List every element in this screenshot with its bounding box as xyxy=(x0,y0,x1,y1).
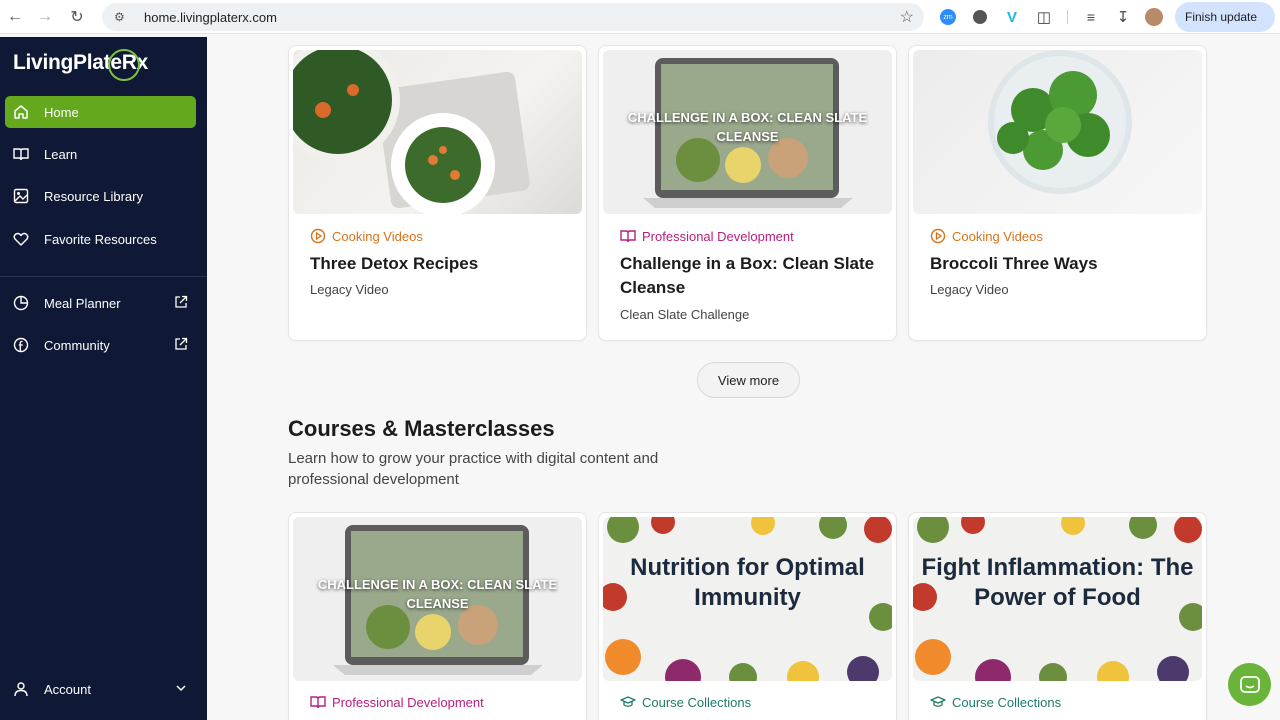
back-icon[interactable]: ← xyxy=(1,3,29,31)
finish-update-button[interactable]: Finish update xyxy=(1175,2,1275,32)
puzzle-icon[interactable]: ◫ xyxy=(1033,6,1055,28)
user-icon xyxy=(13,681,29,697)
card-category: Cooking Videos xyxy=(930,228,1043,244)
resource-card[interactable]: Cooking Videos Three Detox Recipes Legac… xyxy=(288,45,587,341)
sidebar: LivingPlateRx Home Learn Resource Librar… xyxy=(0,37,207,720)
card-thumbnail: CHALLENGE IN A BOX: CLEAN SLATE CLEANSE xyxy=(603,50,892,214)
section-title: Courses & Masterclasses xyxy=(288,416,555,441)
play-circle-icon xyxy=(930,228,946,244)
thumbnail-caption: Fight Inflammation: The Power of Food xyxy=(921,554,1194,611)
play-circle-icon xyxy=(310,228,326,244)
course-card[interactable]: CHALLENGE IN A BOX: CLEAN SLATE CLEANSE … xyxy=(288,512,587,720)
sidebar-item-home[interactable]: Home xyxy=(5,96,196,128)
card-category: Professional Development xyxy=(310,694,484,710)
card-subtitle: Legacy Video xyxy=(310,282,389,297)
card-category-label: Cooking Videos xyxy=(952,228,1043,244)
logo-ring xyxy=(108,49,140,81)
card-category-label: Course Collections xyxy=(642,694,752,710)
sidebar-item-label: Meal Planner xyxy=(44,295,121,311)
card-category: Course Collections xyxy=(930,694,1061,710)
graduation-cap-icon xyxy=(930,696,946,707)
card-category: Professional Development xyxy=(620,228,794,244)
sidebar-item-account[interactable]: Account xyxy=(5,673,196,705)
sidebar-divider xyxy=(0,276,207,277)
card-title: Broccoli Three Ways xyxy=(930,254,1098,273)
sidebar-item-label: Community xyxy=(44,337,110,353)
chat-icon xyxy=(1239,675,1260,693)
site-settings-icon[interactable]: ⚙ xyxy=(114,10,132,24)
course-card[interactable]: Nutrition for Optimal Immunity Course Co… xyxy=(598,512,897,720)
sidebar-item-label: Resource Library xyxy=(44,188,143,204)
sidebar-item-label: Home xyxy=(44,104,79,120)
card-category-label: Course Collections xyxy=(952,694,1062,710)
address-bar[interactable]: ⚙ home.livingplaterx.com ☆ xyxy=(102,3,924,31)
card-subtitle: Legacy Video xyxy=(930,282,1009,297)
sidebar-item-label: Account xyxy=(44,681,91,697)
card-subtitle: Clean Slate Challenge xyxy=(620,307,750,322)
sidebar-item-label: Favorite Resources xyxy=(44,231,157,247)
card-thumbnail xyxy=(913,50,1202,214)
card-category-label: Professional Development xyxy=(642,228,794,244)
url-text: home.livingplaterx.com xyxy=(144,9,277,25)
sidebar-item-meal-planner[interactable]: Meal Planner xyxy=(5,287,196,319)
facebook-icon xyxy=(13,337,29,353)
forward-icon[interactable]: → xyxy=(31,3,59,31)
thumbnail-caption: Nutrition for Optimal Immunity xyxy=(630,554,865,611)
book-icon xyxy=(13,146,29,162)
extension-circle-icon[interactable] xyxy=(969,6,991,28)
card-category-label: Professional Development xyxy=(332,694,484,710)
media-list-icon[interactable]: ≡ xyxy=(1080,6,1102,28)
card-thumbnail: Nutrition for Optimal Immunity xyxy=(603,517,892,681)
download-icon[interactable]: ↧ xyxy=(1112,6,1134,28)
sidebar-item-learn[interactable]: Learn xyxy=(5,138,196,170)
card-category: Course Collections xyxy=(620,694,751,710)
image-icon xyxy=(13,188,29,204)
reload-icon[interactable]: ↻ xyxy=(63,3,91,31)
zm-badge: zm xyxy=(940,9,956,25)
avatar[interactable] xyxy=(1143,6,1165,28)
sidebar-item-resource-library[interactable]: Resource Library xyxy=(5,180,196,212)
card-category: Cooking Videos xyxy=(310,228,423,244)
vimeo-extension-icon[interactable]: V xyxy=(1001,6,1023,28)
heart-icon xyxy=(13,231,29,247)
card-title: Three Detox Recipes xyxy=(310,254,479,273)
chat-button[interactable] xyxy=(1228,663,1271,706)
graduation-cap-icon xyxy=(620,696,636,707)
home-icon xyxy=(13,104,29,120)
view-more-button[interactable]: View more xyxy=(697,362,800,398)
card-thumbnail: Fight Inflammation: The Power of Food xyxy=(913,517,1202,681)
sidebar-item-community[interactable]: Community xyxy=(5,329,196,361)
main-content: Cooking Videos Three Detox Recipes Legac… xyxy=(207,35,1280,720)
resource-card[interactable]: Cooking Videos Broccoli Three Ways Legac… xyxy=(908,45,1207,341)
pie-chart-icon xyxy=(13,295,29,311)
card-thumbnail xyxy=(293,50,582,214)
chevron-down-icon xyxy=(174,681,188,698)
sidebar-item-favorite-resources[interactable]: Favorite Resources xyxy=(5,223,196,255)
card-category-label: Cooking Videos xyxy=(332,228,423,244)
sidebar-item-label: Learn xyxy=(44,146,78,162)
thumbnail-caption: CHALLENGE IN A BOX: CLEAN SLATE CLEANSE xyxy=(317,577,558,611)
browser-toolbar: ← → ↻ ⚙ home.livingplaterx.com ☆ zm V ◫ … xyxy=(0,0,1280,34)
bookmark-star-icon[interactable]: ☆ xyxy=(900,7,914,27)
book-icon xyxy=(310,696,326,709)
course-card[interactable]: Fight Inflammation: The Power of Food Co… xyxy=(908,512,1207,720)
book-icon xyxy=(620,230,636,243)
thumbnail-caption: CHALLENGE IN A BOX: CLEAN SLATE CLEANSE xyxy=(627,110,868,144)
external-link-icon xyxy=(174,337,188,354)
zoom-extension-icon[interactable]: zm xyxy=(937,6,959,28)
card-thumbnail: CHALLENGE IN A BOX: CLEAN SLATE CLEANSE xyxy=(293,517,582,681)
card-title: Challenge in a Box: Clean Slate Cleanse xyxy=(620,254,875,297)
resource-card[interactable]: CHALLENGE IN A BOX: CLEAN SLATE CLEANSE … xyxy=(598,45,897,341)
external-link-icon xyxy=(174,295,188,312)
section-description: Learn how to grow your practice with dig… xyxy=(288,450,659,488)
